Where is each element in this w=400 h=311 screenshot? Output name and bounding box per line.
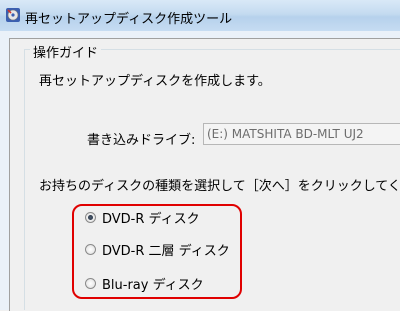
radio-button[interactable] — [85, 243, 96, 255]
app-disc-icon[interactable] — [5, 7, 21, 23]
radio-dvd-r-dual-layer[interactable]: DVD-R 二層 ディスク — [85, 240, 230, 259]
intro-text: 再セットアップディスクを作成します。 — [39, 74, 271, 89]
radio-blu-ray[interactable]: Blu-ray ディスク — [85, 274, 204, 293]
radio-label-dvd-r-dual-layer: DVD-R 二層 ディスク — [102, 243, 230, 259]
radio-dvd-r[interactable]: DVD-R ディスク — [85, 208, 200, 227]
window-title: 再セットアップディスク作成ツール — [25, 12, 233, 27]
title-bar[interactable]: 再セットアップディスク作成ツール — [0, 0, 400, 32]
drive-select[interactable]: (E:) MATSHITA BD-MLT UJ2 — [203, 123, 400, 145]
radio-label-blu-ray: Blu-ray ディスク — [102, 277, 204, 293]
groupbox-title: 操作ガイド — [30, 42, 102, 61]
instruction-text: お持ちのディスクの種類を選択して［次へ］をクリックしてくだ — [39, 179, 400, 194]
radio-button-checked[interactable] — [85, 211, 96, 223]
radio-button[interactable] — [85, 277, 96, 289]
radio-label-dvd-r: DVD-R ディスク — [102, 211, 200, 227]
groupbox-border-left — [24, 49, 25, 310]
drive-label: 書き込みドライブ: — [87, 133, 196, 148]
